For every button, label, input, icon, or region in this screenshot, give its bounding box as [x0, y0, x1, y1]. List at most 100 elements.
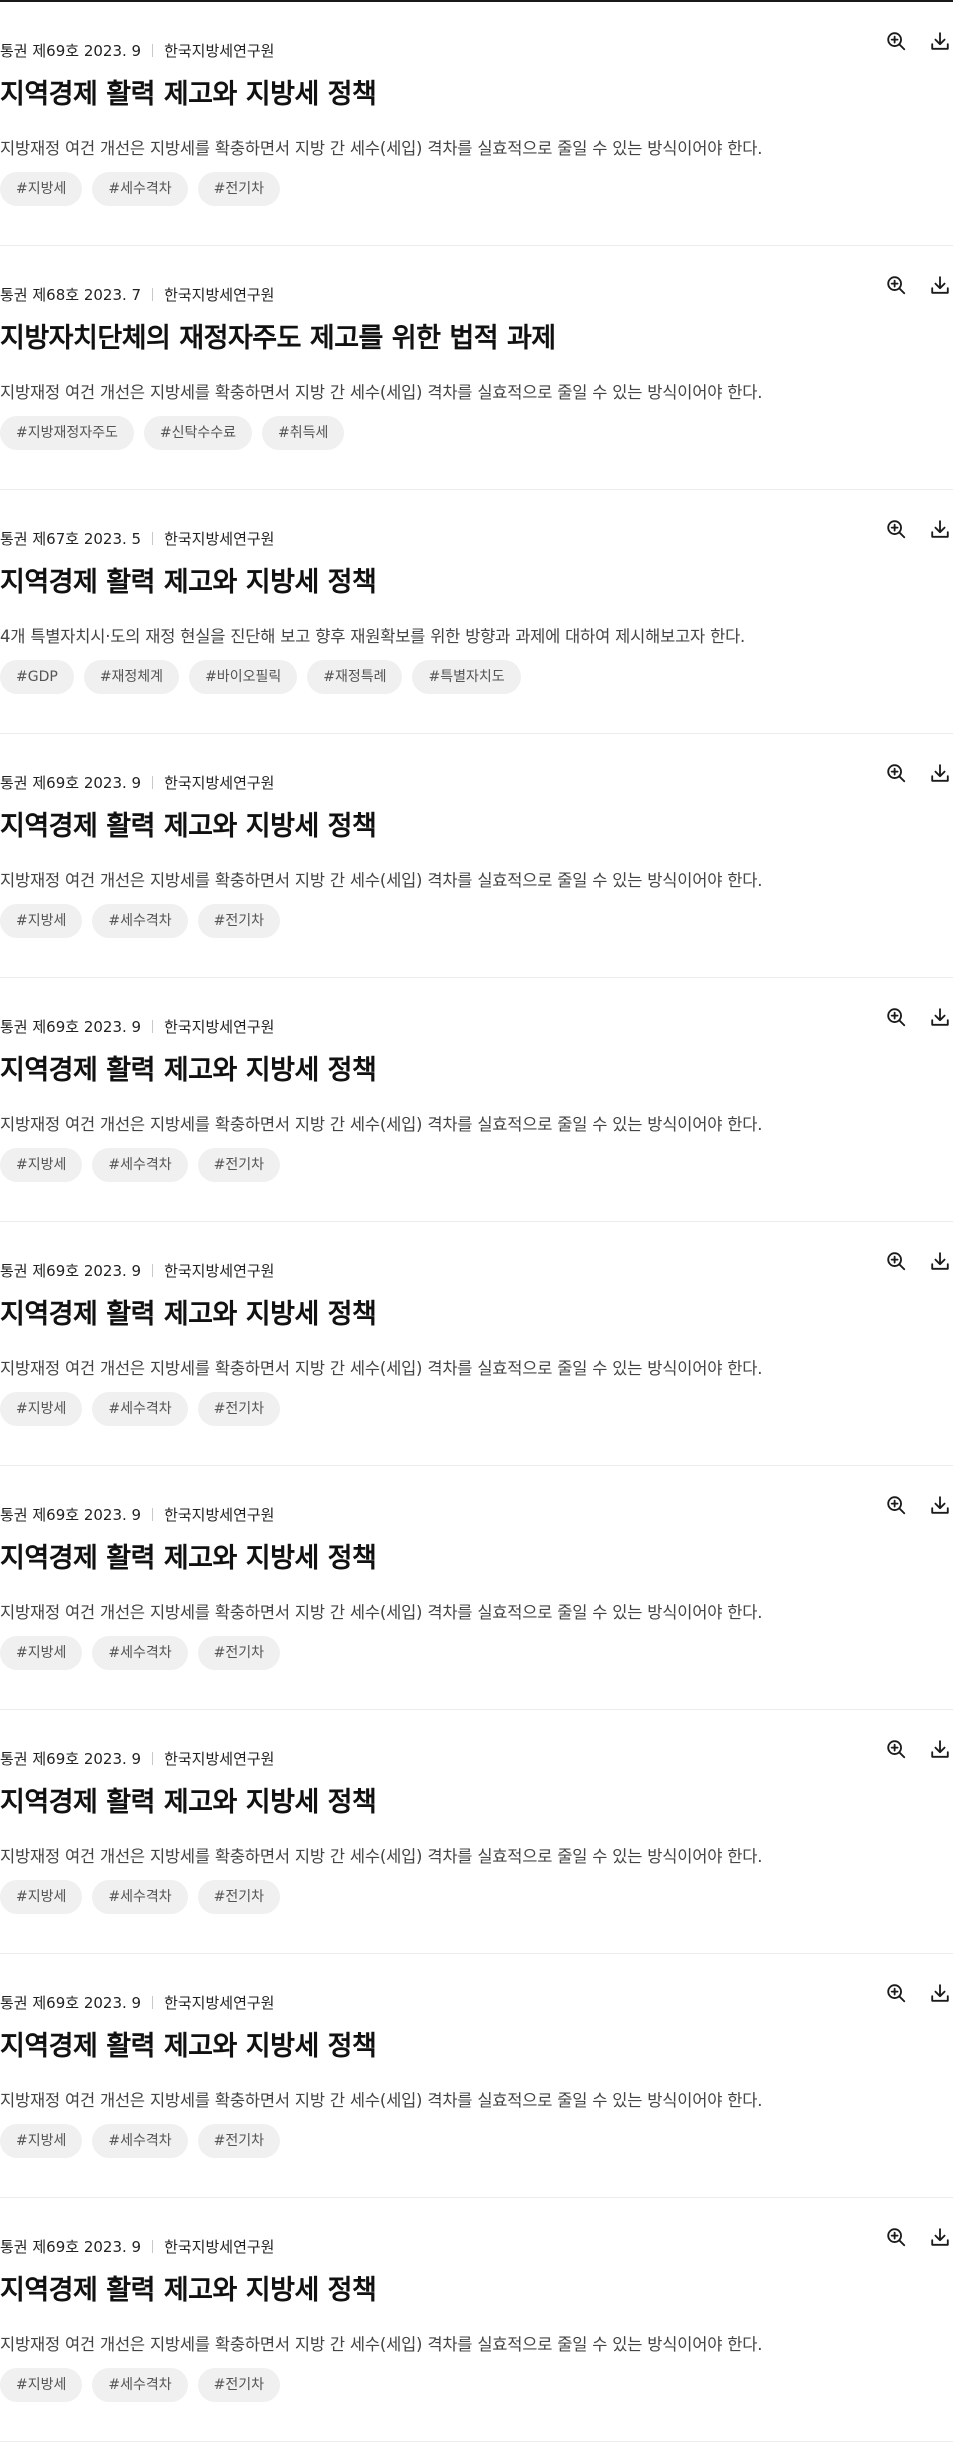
tag-chip[interactable]: #지방세 — [0, 2368, 83, 2402]
tag-chip[interactable]: #전기차 — [197, 172, 281, 206]
publication-summary: 지방재정 여건 개선은 지방세를 확충하면서 지방 간 세수(세입) 격차를 실… — [0, 2335, 763, 2354]
tag-chip[interactable]: #GDP — [0, 660, 74, 694]
download-button[interactable] — [927, 516, 953, 542]
download-button[interactable] — [927, 2224, 953, 2250]
tag-chip[interactable]: #세수격차 — [92, 2124, 188, 2158]
download-icon — [931, 520, 949, 538]
tag-chip[interactable]: #세수격차 — [92, 172, 188, 206]
zoom-in-button[interactable] — [883, 272, 909, 298]
zoom-in-icon — [887, 1496, 906, 1515]
publication-item: 통권 제69호 2023. 9 한국지방세연구원 지역경제 활력 제고와 지방세… — [0, 1710, 953, 1954]
publication-meta: 통권 제69호 2023. 9 한국지방세연구원 — [0, 1748, 274, 1769]
publication-title[interactable]: 지역경제 활력 제고와 지방세 정책 — [0, 804, 377, 843]
publication-meta: 통권 제69호 2023. 9 한국지방세연구원 — [0, 40, 274, 61]
tag-chip[interactable]: #세수격차 — [92, 1636, 188, 1670]
download-icon — [931, 276, 949, 294]
publication-title[interactable]: 지역경제 활력 제고와 지방세 정책 — [0, 560, 377, 599]
zoom-in-icon — [887, 1740, 906, 1759]
tag-chip[interactable]: #취득세 — [262, 416, 345, 450]
download-button[interactable] — [927, 1004, 953, 1030]
publisher-name: 한국지방세연구원 — [164, 1994, 275, 2012]
tag-chip[interactable]: #지방세 — [0, 1636, 83, 1670]
tag-chip[interactable]: #전기차 — [197, 1880, 281, 1914]
tag-chip[interactable]: #지방세 — [0, 904, 83, 938]
tag-chip[interactable]: #지방세 — [0, 1148, 83, 1182]
download-button[interactable] — [927, 760, 953, 786]
issue-volume: 통권 제69호 2023. 9 — [0, 1750, 142, 1768]
tag-chip[interactable]: #지방세 — [0, 2124, 83, 2158]
tag-chip[interactable]: #세수격차 — [92, 1880, 188, 1914]
zoom-in-button[interactable] — [883, 760, 909, 786]
meta-divider — [152, 288, 154, 301]
publication-title[interactable]: 지역경제 활력 제고와 지방세 정책 — [0, 1780, 377, 1819]
download-button[interactable] — [927, 1492, 953, 1518]
download-button[interactable] — [927, 1248, 953, 1274]
tag-chip[interactable]: #전기차 — [197, 1636, 281, 1670]
tag-chip[interactable]: #세수격차 — [92, 1392, 188, 1426]
publication-summary: 지방재정 여건 개선은 지방세를 확충하면서 지방 간 세수(세입) 격차를 실… — [0, 1603, 763, 1622]
publisher-name: 한국지방세연구원 — [164, 774, 275, 792]
tag-chip[interactable]: #신탁수수료 — [143, 416, 253, 450]
publisher-name: 한국지방세연구원 — [164, 1018, 275, 1036]
tag-chip[interactable]: #전기차 — [197, 2124, 281, 2158]
zoom-in-button[interactable] — [883, 516, 909, 542]
tag-list: #지방세 #세수격차 #전기차 — [0, 172, 281, 206]
tag-chip[interactable]: #세수격차 — [92, 904, 188, 938]
tag-chip[interactable]: #전기차 — [197, 904, 281, 938]
tag-list: #GDP #재정체계 #바이오필릭 #재정특례 #특별자치도 — [0, 660, 521, 694]
meta-divider — [152, 1996, 154, 2009]
download-icon — [931, 1740, 949, 1758]
tag-chip[interactable]: #전기차 — [197, 1148, 281, 1182]
zoom-in-button[interactable] — [883, 1736, 909, 1762]
tag-chip[interactable]: #지방세 — [0, 1880, 83, 1914]
download-button[interactable] — [927, 1980, 953, 2006]
tag-chip[interactable]: #바이오필릭 — [189, 660, 298, 694]
publication-title[interactable]: 지방자치단체의 재정자주도 제고를 위한 법적 과제 — [0, 316, 556, 355]
tag-chip[interactable]: #재정특례 — [307, 660, 403, 694]
tag-chip[interactable]: #전기차 — [197, 2368, 281, 2402]
issue-volume: 통권 제69호 2023. 9 — [0, 42, 142, 60]
tag-chip[interactable]: #지방세 — [0, 1392, 83, 1426]
publisher-name: 한국지방세연구원 — [164, 2238, 275, 2256]
zoom-in-button[interactable] — [883, 1248, 909, 1274]
tag-chip[interactable]: #재정체계 — [83, 660, 180, 694]
zoom-in-button[interactable] — [883, 28, 909, 54]
tag-chip[interactable]: #세수격차 — [92, 2368, 188, 2402]
publication-item: 통권 제69호 2023. 9 한국지방세연구원 지역경제 활력 제고와 지방세… — [0, 978, 953, 1222]
publisher-name: 한국지방세연구원 — [164, 1506, 275, 1524]
issue-volume: 통권 제69호 2023. 9 — [0, 2238, 142, 2256]
tag-list: #지방재정자주도 #신탁수수료 #취득세 — [0, 416, 345, 450]
zoom-in-button[interactable] — [883, 2224, 909, 2250]
issue-volume: 통권 제69호 2023. 9 — [0, 1994, 142, 2012]
tag-chip[interactable]: #전기차 — [197, 1392, 281, 1426]
publication-meta: 통권 제69호 2023. 9 한국지방세연구원 — [0, 1260, 274, 1281]
zoom-in-button[interactable] — [883, 1004, 909, 1030]
publication-title[interactable]: 지역경제 활력 제고와 지방세 정책 — [0, 2268, 377, 2307]
issue-volume: 통권 제69호 2023. 9 — [0, 1018, 142, 1036]
publication-meta: 통권 제69호 2023. 9 한국지방세연구원 — [0, 1504, 274, 1525]
meta-divider — [152, 776, 154, 789]
download-button[interactable] — [927, 28, 953, 54]
download-icon — [931, 1252, 949, 1270]
publication-title[interactable]: 지역경제 활력 제고와 지방세 정책 — [0, 1292, 377, 1331]
publication-item: 통권 제69호 2023. 9 한국지방세연구원 지역경제 활력 제고와 지방세… — [0, 2, 953, 246]
publication-summary: 지방재정 여건 개선은 지방세를 확충하면서 지방 간 세수(세입) 격차를 실… — [0, 871, 763, 890]
zoom-in-button[interactable] — [883, 1980, 909, 2006]
tag-chip[interactable]: #지방재정자주도 — [0, 416, 134, 450]
zoom-in-icon — [887, 764, 906, 783]
download-button[interactable] — [927, 1736, 953, 1762]
publication-item: 통권 제69호 2023. 9 한국지방세연구원 지역경제 활력 제고와 지방세… — [0, 1954, 953, 2198]
publication-title[interactable]: 지역경제 활력 제고와 지방세 정책 — [0, 72, 377, 111]
tag-chip[interactable]: #특별자치도 — [412, 660, 521, 694]
publication-summary: 지방재정 여건 개선은 지방세를 확충하면서 지방 간 세수(세입) 격차를 실… — [0, 2091, 763, 2110]
tag-chip[interactable]: #지방세 — [0, 172, 83, 206]
download-button[interactable] — [927, 272, 953, 298]
item-actions — [883, 1004, 953, 1030]
tag-chip[interactable]: #세수격차 — [92, 1148, 188, 1182]
publication-title[interactable]: 지역경제 활력 제고와 지방세 정책 — [0, 1048, 377, 1087]
meta-divider — [152, 44, 154, 57]
zoom-in-button[interactable] — [883, 1492, 909, 1518]
publication-title[interactable]: 지역경제 활력 제고와 지방세 정책 — [0, 2024, 377, 2063]
publication-title[interactable]: 지역경제 활력 제고와 지방세 정책 — [0, 1536, 377, 1575]
publisher-name: 한국지방세연구원 — [164, 530, 275, 548]
